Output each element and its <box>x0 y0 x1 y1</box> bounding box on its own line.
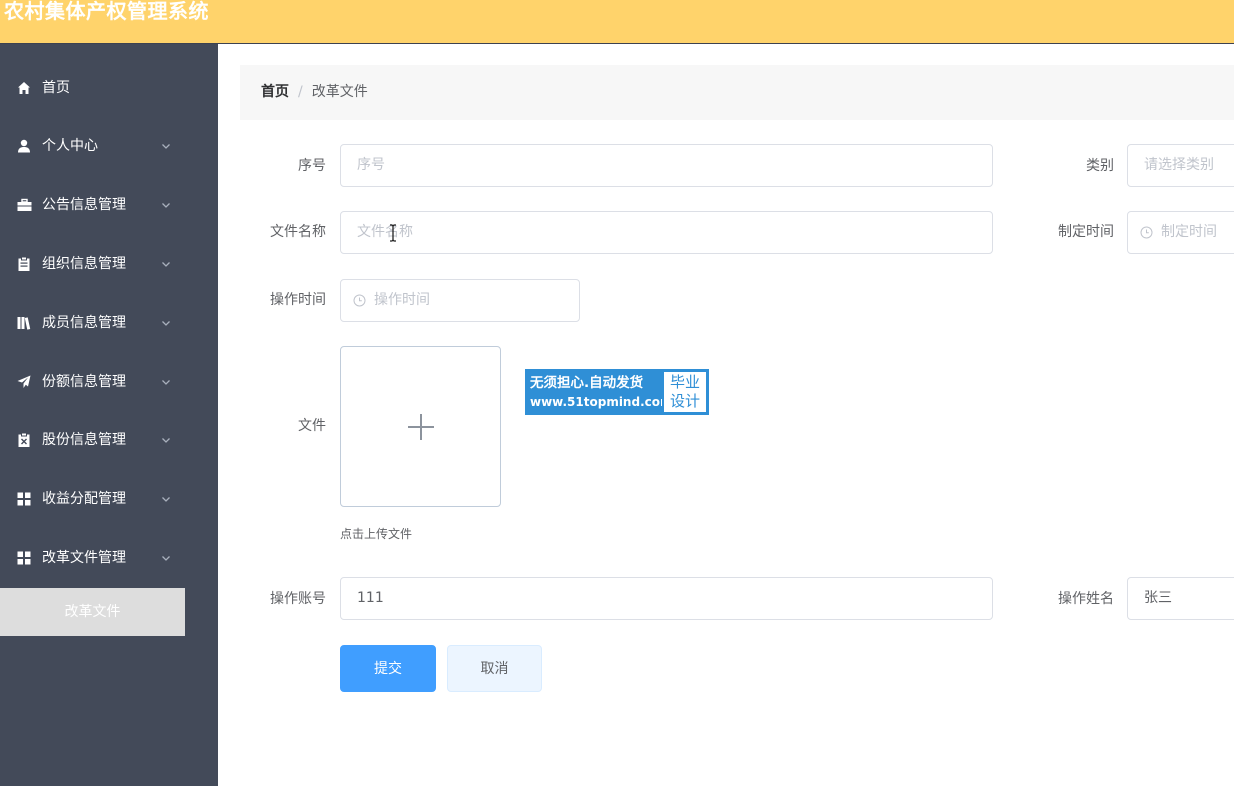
clock-icon <box>353 294 366 307</box>
watermark-badge: 毕业 设计 <box>662 370 708 414</box>
watermark-line1: 无须担心.自动发货 <box>530 375 644 391</box>
op-time-picker[interactable]: 操作时间 <box>340 279 580 322</box>
clock-icon <box>1140 226 1153 239</box>
sidebar: 首页 个人中心 公告信息管理 组织信息管理 成员信息管理 份额信息管理 股份信息… <box>0 44 218 786</box>
app-title: 农村集体产权管理系统 <box>4 0 209 23</box>
home-icon <box>16 80 32 96</box>
op-name-input[interactable]: 张三 <box>1127 577 1234 620</box>
plus-icon <box>408 414 434 440</box>
chevron-down-icon <box>162 438 170 443</box>
sidebar-item-label: 组织信息管理 <box>42 256 126 272</box>
sidebar-item-label: 首页 <box>42 80 70 96</box>
sidebar-item-member[interactable]: 成员信息管理 <box>0 303 185 343</box>
send-icon <box>16 374 32 390</box>
clipboard-x-icon <box>16 432 32 448</box>
breadcrumb: 首页 / 改革文件 <box>240 65 1234 120</box>
sidebar-item-organization[interactable]: 组织信息管理 <box>0 244 185 284</box>
breadcrumb-current: 改革文件 <box>311 84 368 100</box>
seq-label: 序号 <box>298 158 326 174</box>
watermark-url: www.51topmind.com <box>530 395 673 409</box>
op-time-placeholder: 操作时间 <box>374 292 430 308</box>
grid-icon <box>16 550 32 566</box>
breadcrumb-separator: / <box>298 84 303 100</box>
file-name-input[interactable]: 文件名称 <box>340 211 993 254</box>
text-cursor-icon <box>390 224 396 242</box>
sidebar-item-label: 个人中心 <box>42 138 98 154</box>
chevron-down-icon <box>162 262 170 267</box>
clipboard-icon <box>16 256 32 272</box>
watermark-banner: 无须担心.自动发货 www.51topmind.com 毕业 设计 <box>525 369 709 415</box>
chevron-down-icon <box>162 497 170 502</box>
sidebar-item-label: 成员信息管理 <box>42 315 126 331</box>
watermark-badge-line2: 设计 <box>669 392 700 410</box>
file-name-label: 文件名称 <box>270 224 326 240</box>
sidebar-item-notice[interactable]: 公告信息管理 <box>0 185 185 225</box>
chevron-down-icon <box>162 203 170 208</box>
sidebar-item-home[interactable]: 首页 <box>0 68 185 108</box>
cancel-button[interactable]: 取消 <box>447 645 542 692</box>
seq-input[interactable]: 序号 <box>340 144 993 187</box>
made-time-picker[interactable]: 制定时间 <box>1127 211 1234 254</box>
library-icon <box>16 315 32 331</box>
sidebar-item-label: 公告信息管理 <box>42 197 126 213</box>
breadcrumb-home[interactable]: 首页 <box>261 84 289 100</box>
watermark-text: 无须担心.自动发货 www.51topmind.com <box>526 370 673 414</box>
grid-icon <box>16 491 32 507</box>
sidebar-item-label: 收益分配管理 <box>42 491 126 507</box>
op-account-input[interactable]: 111 <box>340 577 993 620</box>
op-account-label: 操作账号 <box>270 591 326 607</box>
top-header: 农村集体产权管理系统 <box>0 0 1234 44</box>
chevron-down-icon <box>162 321 170 326</box>
file-upload-box[interactable] <box>340 346 501 507</box>
made-time-placeholder: 制定时间 <box>1161 224 1217 240</box>
sidebar-item-reform-docs[interactable]: 改革文件管理 <box>0 538 185 578</box>
briefcase-icon <box>16 197 32 213</box>
upload-tip: 点击上传文件 <box>340 527 413 541</box>
chevron-down-icon <box>162 144 170 149</box>
sidebar-item-label: 改革文件管理 <box>42 550 126 566</box>
op-name-label: 操作姓名 <box>1058 591 1114 607</box>
sidebar-item-label: 股份信息管理 <box>42 432 126 448</box>
sidebar-item-stock[interactable]: 股份信息管理 <box>0 420 185 460</box>
chevron-down-icon <box>162 556 170 561</box>
chevron-down-icon <box>162 380 170 385</box>
user-icon <box>16 138 32 154</box>
sidebar-item-label: 份额信息管理 <box>42 374 126 390</box>
sidebar-subitem-reform-doc[interactable]: 改革文件 <box>0 588 185 636</box>
submit-button[interactable]: 提交 <box>340 645 436 692</box>
watermark-badge-line1: 毕业 <box>669 373 700 391</box>
category-label: 类别 <box>1086 158 1114 174</box>
sidebar-item-share[interactable]: 份额信息管理 <box>0 362 185 402</box>
file-label: 文件 <box>298 418 326 434</box>
sidebar-item-income[interactable]: 收益分配管理 <box>0 479 185 519</box>
category-select[interactable]: 请选择类别 <box>1127 144 1234 187</box>
op-time-label: 操作时间 <box>270 292 326 308</box>
sidebar-item-personal-center[interactable]: 个人中心 <box>0 126 185 166</box>
made-time-label: 制定时间 <box>1058 224 1114 240</box>
